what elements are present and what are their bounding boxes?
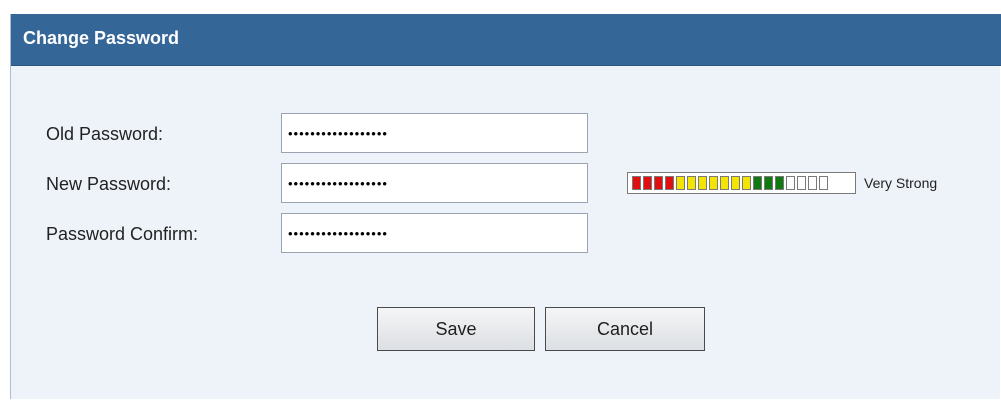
strength-segment — [654, 176, 663, 190]
strength-segment — [665, 176, 674, 190]
password-confirm-field[interactable] — [281, 213, 588, 253]
strength-segment — [698, 176, 707, 190]
panel-header: Change Password — [11, 14, 1001, 66]
strength-segment — [764, 176, 773, 190]
strength-segment — [819, 176, 828, 190]
password-strength-meter — [627, 172, 856, 194]
new-password-label: New Password: — [46, 174, 172, 194]
strength-segment — [643, 176, 652, 190]
old-password-field[interactable] — [281, 113, 588, 153]
strength-segment — [797, 176, 806, 190]
password-strength-label: Very Strong — [864, 175, 938, 191]
strength-segment — [786, 176, 795, 190]
old-password-label: Old Password: — [46, 124, 164, 144]
strength-segment — [720, 176, 729, 190]
strength-segment — [775, 176, 784, 190]
strength-segment — [731, 176, 740, 190]
password-confirm-label: Password Confirm: — [46, 224, 199, 244]
strength-segment — [632, 176, 641, 190]
strength-segment — [676, 176, 685, 190]
strength-segment — [742, 176, 751, 190]
strength-segment — [687, 176, 696, 190]
page-title: Change Password — [23, 28, 180, 48]
cancel-button[interactable]: Cancel — [545, 307, 705, 351]
new-password-field[interactable] — [281, 163, 588, 203]
strength-segment — [753, 176, 762, 190]
strength-segment — [709, 176, 718, 190]
strength-segment — [808, 176, 817, 190]
save-button[interactable]: Save — [377, 307, 535, 351]
